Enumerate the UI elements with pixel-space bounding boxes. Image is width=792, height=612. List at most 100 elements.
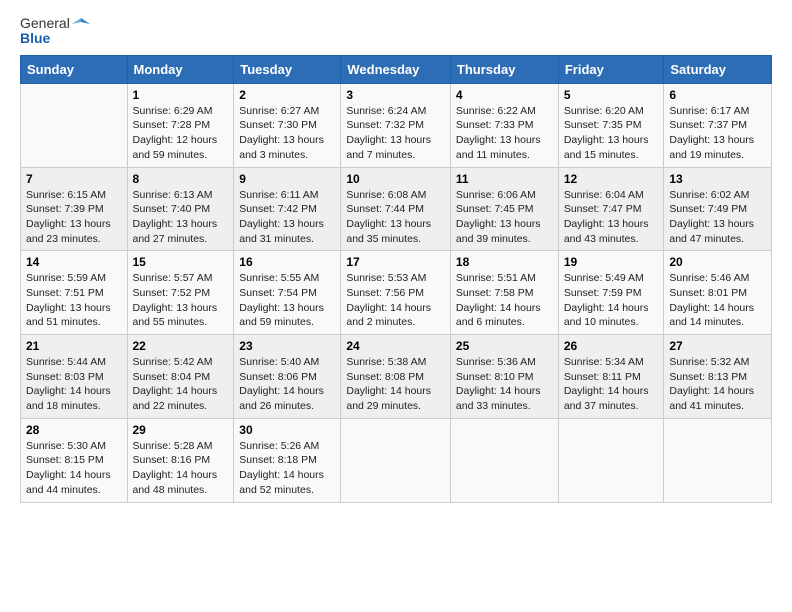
day-number: 5 (564, 88, 659, 102)
day-number: 20 (669, 255, 766, 269)
day-number: 3 (346, 88, 445, 102)
week-row-5: 28 Sunrise: 5:30 AMSunset: 8:15 PMDayligh… (21, 418, 772, 502)
cell-content: Sunrise: 6:11 AMSunset: 7:42 PMDaylight:… (239, 188, 335, 247)
cell-content: Sunrise: 5:59 AMSunset: 7:51 PMDaylight:… (26, 271, 122, 330)
calendar-table: SundayMondayTuesdayWednesdayThursdayFrid… (20, 55, 772, 503)
day-number: 29 (133, 423, 229, 437)
cell-content: Sunrise: 5:51 AMSunset: 7:58 PMDaylight:… (456, 271, 553, 330)
calendar-cell: 19Sunrise: 5:49 AMSunset: 7:59 PMDayligh… (558, 251, 664, 335)
calendar-cell (664, 418, 772, 502)
day-number: 26 (564, 339, 659, 353)
cell-content: Sunrise: 5:55 AMSunset: 7:54 PMDaylight:… (239, 271, 335, 330)
day-number: 1 (133, 88, 229, 102)
week-row-2: 7 Sunrise: 6:15 AMSunset: 7:39 PMDaylight… (21, 167, 772, 251)
cell-content: Sunrise: 5:57 AMSunset: 7:52 PMDaylight:… (133, 271, 229, 330)
header-sunday: Sunday (21, 55, 128, 83)
cell-content: Sunrise: 5:44 AMSunset: 8:03 PMDaylight:… (26, 355, 122, 414)
calendar-cell: 3Sunrise: 6:24 AMSunset: 7:32 PMDaylight… (341, 83, 451, 167)
calendar-cell: 13Sunrise: 6:02 AMSunset: 7:49 PMDayligh… (664, 167, 772, 251)
calendar-cell: 9 Sunrise: 6:11 AMSunset: 7:42 PMDaylight… (234, 167, 341, 251)
calendar-header-row: SundayMondayTuesdayWednesdayThursdayFrid… (21, 55, 772, 83)
day-number: 23 (239, 339, 335, 353)
calendar-cell: 21Sunrise: 5:44 AMSunset: 8:03 PMDayligh… (21, 335, 128, 419)
header-monday: Monday (127, 55, 234, 83)
cell-content: Sunrise: 5:26 AMSunset: 8:18 PMDaylight:… (239, 439, 335, 498)
day-number: 10 (346, 172, 445, 186)
calendar-cell: 23 Sunrise: 5:40 AMSunset: 8:06 PMDayligh… (234, 335, 341, 419)
calendar-cell: 15Sunrise: 5:57 AMSunset: 7:52 PMDayligh… (127, 251, 234, 335)
day-number: 30 (239, 423, 335, 437)
cell-content: Sunrise: 6:13 AMSunset: 7:40 PMDaylight:… (133, 188, 229, 247)
cell-content: Sunrise: 6:27 AMSunset: 7:30 PMDaylight:… (239, 104, 335, 163)
day-number: 25 (456, 339, 553, 353)
day-number: 27 (669, 339, 766, 353)
day-number: 12 (564, 172, 659, 186)
cell-content: Sunrise: 6:29 AMSunset: 7:28 PMDaylight:… (133, 104, 229, 163)
calendar-cell: 22 Sunrise: 5:42 AMSunset: 8:04 PMDayligh… (127, 335, 234, 419)
calendar-cell: 12 Sunrise: 6:04 AMSunset: 7:47 PMDayligh… (558, 167, 664, 251)
day-number: 7 (26, 172, 122, 186)
calendar-cell: 14 Sunrise: 5:59 AMSunset: 7:51 PMDayligh… (21, 251, 128, 335)
cell-content: Sunrise: 5:38 AMSunset: 8:08 PMDaylight:… (346, 355, 445, 414)
week-row-1: 1 Sunrise: 6:29 AMSunset: 7:28 PMDaylight… (21, 83, 772, 167)
day-number: 17 (346, 255, 445, 269)
cell-content: Sunrise: 6:04 AMSunset: 7:47 PMDaylight:… (564, 188, 659, 247)
calendar-cell: 7 Sunrise: 6:15 AMSunset: 7:39 PMDaylight… (21, 167, 128, 251)
day-number: 16 (239, 255, 335, 269)
calendar-cell (558, 418, 664, 502)
day-number: 18 (456, 255, 553, 269)
cell-content: Sunrise: 6:06 AMSunset: 7:45 PMDaylight:… (456, 188, 553, 247)
calendar-cell: 28 Sunrise: 5:30 AMSunset: 8:15 PMDayligh… (21, 418, 128, 502)
calendar-cell: 16 Sunrise: 5:55 AMSunset: 7:54 PMDayligh… (234, 251, 341, 335)
day-number: 9 (239, 172, 335, 186)
day-number: 11 (456, 172, 553, 186)
cell-content: Sunrise: 5:49 AMSunset: 7:59 PMDaylight:… (564, 271, 659, 330)
logo-blue: Blue (20, 31, 90, 46)
logo-general: General (20, 16, 70, 31)
header-friday: Friday (558, 55, 664, 83)
cell-content: Sunrise: 6:08 AMSunset: 7:44 PMDaylight:… (346, 188, 445, 247)
calendar-cell (21, 83, 128, 167)
day-number: 28 (26, 423, 122, 437)
logo-wing-icon (72, 17, 90, 31)
cell-content: Sunrise: 6:15 AMSunset: 7:39 PMDaylight:… (26, 188, 122, 247)
calendar-cell: 27 Sunrise: 5:32 AMSunset: 8:13 PMDayligh… (664, 335, 772, 419)
cell-content: Sunrise: 5:30 AMSunset: 8:15 PMDaylight:… (26, 439, 122, 498)
day-number: 6 (669, 88, 766, 102)
day-number: 14 (26, 255, 122, 269)
calendar-cell (450, 418, 558, 502)
cell-content: Sunrise: 5:46 AMSunset: 8:01 PMDaylight:… (669, 271, 766, 330)
calendar-cell: 25 Sunrise: 5:36 AMSunset: 8:10 PMDayligh… (450, 335, 558, 419)
header-thursday: Thursday (450, 55, 558, 83)
day-number: 8 (133, 172, 229, 186)
header-wednesday: Wednesday (341, 55, 451, 83)
header-tuesday: Tuesday (234, 55, 341, 83)
cell-content: Sunrise: 5:42 AMSunset: 8:04 PMDaylight:… (133, 355, 229, 414)
day-number: 13 (669, 172, 766, 186)
cell-content: Sunrise: 5:34 AMSunset: 8:11 PMDaylight:… (564, 355, 659, 414)
day-number: 22 (133, 339, 229, 353)
calendar-cell (341, 418, 451, 502)
calendar-cell: 26 Sunrise: 5:34 AMSunset: 8:11 PMDayligh… (558, 335, 664, 419)
cell-content: Sunrise: 6:17 AMSunset: 7:37 PMDaylight:… (669, 104, 766, 163)
cell-content: Sunrise: 5:36 AMSunset: 8:10 PMDaylight:… (456, 355, 553, 414)
calendar-cell: 11 Sunrise: 6:06 AMSunset: 7:45 PMDayligh… (450, 167, 558, 251)
day-number: 4 (456, 88, 553, 102)
cell-content: Sunrise: 5:28 AMSunset: 8:16 PMDaylight:… (133, 439, 229, 498)
calendar-cell: 1 Sunrise: 6:29 AMSunset: 7:28 PMDaylight… (127, 83, 234, 167)
calendar-cell: 2 Sunrise: 6:27 AMSunset: 7:30 PMDaylight… (234, 83, 341, 167)
calendar-cell: 20 Sunrise: 5:46 AMSunset: 8:01 PMDayligh… (664, 251, 772, 335)
cell-content: Sunrise: 5:32 AMSunset: 8:13 PMDaylight:… (669, 355, 766, 414)
logo: General Blue (20, 16, 90, 47)
cell-content: Sunrise: 5:40 AMSunset: 8:06 PMDaylight:… (239, 355, 335, 414)
cell-content: Sunrise: 6:20 AMSunset: 7:35 PMDaylight:… (564, 104, 659, 163)
week-row-4: 21Sunrise: 5:44 AMSunset: 8:03 PMDayligh… (21, 335, 772, 419)
week-row-3: 14 Sunrise: 5:59 AMSunset: 7:51 PMDayligh… (21, 251, 772, 335)
header-saturday: Saturday (664, 55, 772, 83)
calendar-cell: 5 Sunrise: 6:20 AMSunset: 7:35 PMDaylight… (558, 83, 664, 167)
day-number: 2 (239, 88, 335, 102)
calendar-cell: 18 Sunrise: 5:51 AMSunset: 7:58 PMDayligh… (450, 251, 558, 335)
logo-container: General Blue (20, 16, 90, 47)
calendar-cell: 30 Sunrise: 5:26 AMSunset: 8:18 PMDayligh… (234, 418, 341, 502)
calendar-cell: 10 Sunrise: 6:08 AMSunset: 7:44 PMDayligh… (341, 167, 451, 251)
